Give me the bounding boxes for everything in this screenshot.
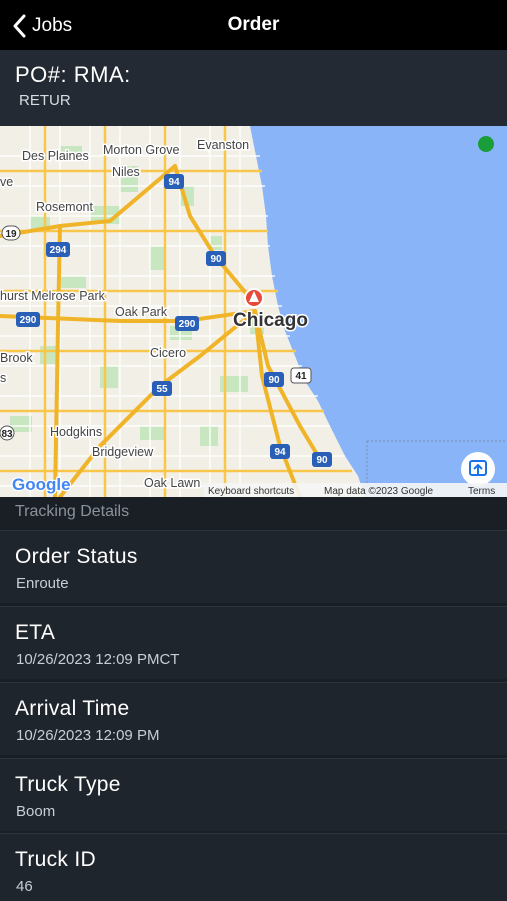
keyboard-shortcuts-link: Keyboard shortcuts bbox=[208, 486, 294, 497]
label-niles: Niles bbox=[112, 165, 140, 179]
shield-us41: 41 bbox=[290, 367, 312, 384]
label-evanston: Evanston bbox=[197, 138, 249, 152]
row-truck-type: Truck Type Boom bbox=[0, 758, 507, 831]
map-view[interactable]: 94 294 90 290 290 55 90 41 94 90 19 83 D… bbox=[0, 126, 507, 497]
label-chicago: Chicago bbox=[233, 310, 308, 331]
label-rosemont: Rosemont bbox=[36, 200, 93, 214]
po-number: PO#: RMA: bbox=[15, 62, 131, 88]
row-truck-id: Truck ID 46 bbox=[0, 833, 507, 901]
google-logo: Google bbox=[12, 475, 71, 494]
shield-r83: 83 bbox=[0, 425, 15, 441]
shield-r19: 19 bbox=[1, 225, 21, 241]
label-oak-park: Oak Park bbox=[115, 305, 168, 319]
svg-text:94: 94 bbox=[274, 447, 286, 458]
label-melrose-park: hurst Melrose Park bbox=[0, 289, 106, 303]
label-cicero: Cicero bbox=[150, 346, 186, 360]
row-order-status: Order Status Enroute bbox=[0, 530, 507, 603]
page-title: Order bbox=[227, 14, 280, 35]
label-ve: ve bbox=[0, 175, 13, 189]
status-dot bbox=[478, 136, 494, 152]
svg-text:90: 90 bbox=[316, 455, 328, 466]
row-value: 10/26/2023 12:09 PMCT bbox=[16, 651, 180, 668]
shield-i94b: 94 bbox=[270, 444, 290, 459]
nav-bar: Jobs Order bbox=[0, 0, 507, 50]
label-brook: Brook bbox=[0, 351, 33, 365]
shield-i90c: 90 bbox=[312, 452, 332, 467]
po-label: PO#: RMA: bbox=[15, 62, 131, 87]
row-value: 10/26/2023 12:09 PM bbox=[16, 727, 160, 744]
order-header: PO#: RMA: RETUR bbox=[0, 50, 507, 126]
svg-text:19: 19 bbox=[5, 229, 17, 240]
svg-text:41: 41 bbox=[295, 371, 307, 382]
map-data-credit: Map data ©2023 Google bbox=[324, 486, 434, 497]
svg-text:83: 83 bbox=[1, 429, 13, 440]
row-title: Arrival Time bbox=[15, 697, 130, 720]
row-eta: ETA 10/26/2023 12:09 PMCT bbox=[0, 606, 507, 679]
shield-i290a: 290 bbox=[16, 312, 40, 327]
row-title: Truck Type bbox=[15, 773, 121, 796]
chicago-marker bbox=[244, 288, 264, 308]
svg-text:90: 90 bbox=[210, 254, 222, 265]
svg-text:94: 94 bbox=[168, 177, 180, 188]
shield-i90: 90 bbox=[206, 251, 226, 266]
terms-link: Terms bbox=[468, 486, 495, 497]
shield-i90b: 90 bbox=[264, 372, 284, 387]
svg-text:55: 55 bbox=[156, 384, 168, 395]
svg-text:290: 290 bbox=[20, 315, 37, 326]
label-morton-grove: Morton Grove bbox=[103, 143, 179, 157]
row-title: ETA bbox=[15, 621, 56, 644]
svg-text:294: 294 bbox=[50, 245, 67, 256]
svg-text:90: 90 bbox=[268, 375, 280, 386]
po-sub-label: RETUR bbox=[19, 92, 71, 109]
recenter-button bbox=[461, 452, 495, 486]
po-subline: RETUR bbox=[19, 92, 71, 109]
shield-i94: 94 bbox=[164, 174, 184, 189]
row-arrival-time: Arrival Time 10/26/2023 12:09 PM bbox=[0, 682, 507, 755]
row-title: Order Status bbox=[15, 545, 138, 568]
row-title: Truck ID bbox=[15, 848, 96, 871]
label-hodgkins: Hodgkins bbox=[50, 425, 102, 439]
row-value: Boom bbox=[16, 803, 56, 820]
label-des-plaines: Des Plaines bbox=[22, 149, 89, 163]
shield-i55: 55 bbox=[152, 381, 172, 396]
label-s: s bbox=[0, 371, 6, 385]
row-value: Enroute bbox=[16, 575, 69, 592]
tracking-section-label: Tracking Details bbox=[15, 503, 130, 520]
shield-i290b: 290 bbox=[175, 316, 199, 331]
map-canvas: 94 294 90 290 290 55 90 41 94 90 19 83 D… bbox=[0, 126, 507, 497]
label-oak-lawn: Oak Lawn bbox=[144, 476, 200, 490]
svg-text:290: 290 bbox=[179, 319, 196, 330]
shield-i294: 294 bbox=[46, 242, 70, 257]
row-value: 46 bbox=[16, 878, 33, 895]
label-bridgeview: Bridgeview bbox=[92, 445, 154, 459]
